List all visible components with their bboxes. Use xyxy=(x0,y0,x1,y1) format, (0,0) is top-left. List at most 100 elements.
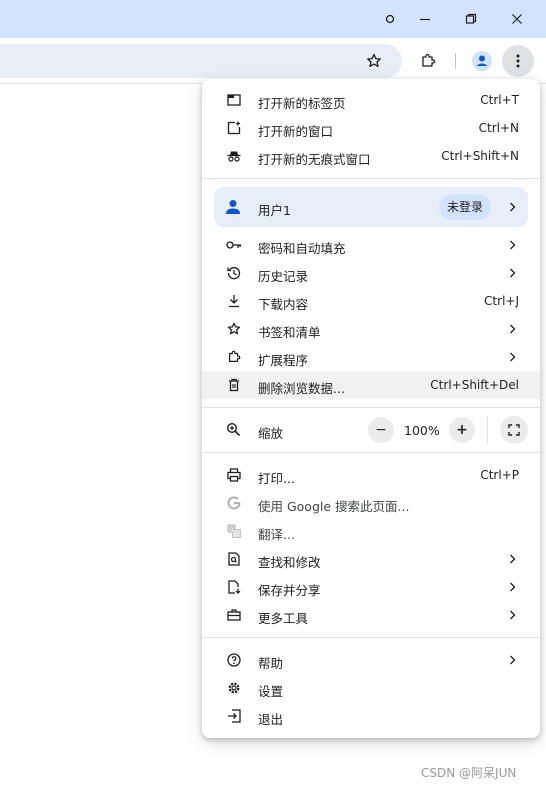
menu-item-label: 更多工具 xyxy=(258,611,309,626)
google-icon xyxy=(226,495,242,511)
menu-item-label: 设置 xyxy=(258,684,284,699)
incognito-icon xyxy=(226,148,242,164)
menu-item-label: 使用 Google 搜索此页面... xyxy=(258,499,410,514)
menu-item-downloads[interactable]: 下载内容 Ctrl+J xyxy=(202,287,540,315)
zoom-out-button[interactable]: − xyxy=(368,417,394,443)
trash-icon xyxy=(226,377,242,393)
menu-item-translate[interactable]: G 翻译... xyxy=(202,517,540,545)
restore-button[interactable] xyxy=(448,0,494,38)
fullscreen-button[interactable] xyxy=(500,416,528,444)
menu-item-extensions[interactable]: 扩展程序 xyxy=(202,343,540,371)
save-share-icon xyxy=(226,579,242,595)
fullscreen-icon xyxy=(508,424,520,436)
menu-item-settings[interactable]: 设置 xyxy=(202,674,540,702)
history-icon xyxy=(226,265,242,281)
minus-icon: − xyxy=(375,422,387,438)
menu-item-new-window[interactable]: 打开新的窗口 Ctrl+N xyxy=(202,114,540,142)
key-icon xyxy=(226,237,242,253)
menu-item-find-edit[interactable]: 查找和修改 xyxy=(202,545,540,573)
chrome-menu-button[interactable] xyxy=(502,45,534,77)
chevron-right-icon xyxy=(506,239,518,251)
menu-item-clear-browsing-data[interactable]: 删除浏览数据... Ctrl+Shift+Del xyxy=(202,371,540,399)
zoom-icon xyxy=(226,422,241,437)
menu-item-incognito[interactable]: 打开新的无痕式窗口 Ctrl+Shift+N xyxy=(202,142,540,170)
three-dot-icon xyxy=(516,54,520,68)
chrome-main-menu: 打开新的标签页 Ctrl+T 打开新的窗口 Ctrl+N 打开新的无痕式窗口 C… xyxy=(202,79,540,738)
profile-name: 用户1 xyxy=(258,203,291,218)
minimize-button[interactable] xyxy=(402,0,448,38)
watermark: CSDN @阿呆JUN xyxy=(421,766,517,780)
menu-item-print[interactable]: 打印... Ctrl+P xyxy=(202,461,540,489)
star-icon xyxy=(226,321,242,337)
menu-item-label: 退出 xyxy=(258,712,284,727)
translate-icon: G xyxy=(226,523,242,539)
menu-item-label: 扩展程序 xyxy=(258,353,309,368)
menu-item-save-share[interactable]: 保存并分享 xyxy=(202,573,540,601)
menu-item-search-google[interactable]: 使用 Google 搜索此页面... xyxy=(202,489,540,517)
close-window-button[interactable] xyxy=(494,0,540,38)
shortcut-label: Ctrl+J xyxy=(484,294,519,308)
avatar-icon xyxy=(472,51,492,71)
print-icon xyxy=(226,467,242,483)
toolbar-divider xyxy=(455,53,456,69)
profile-row[interactable]: 用户1 未登录 xyxy=(214,187,528,227)
title-bar xyxy=(0,0,546,38)
help-icon xyxy=(226,652,242,668)
sign-in-status-badge: 未登录 xyxy=(439,194,492,220)
menu-item-new-tab[interactable]: 打开新的标签页 Ctrl+T xyxy=(202,86,540,114)
browser-toolbar xyxy=(0,38,546,84)
menu-item-label: 历史记录 xyxy=(258,269,309,284)
menu-item-label: 打开新的窗口 xyxy=(258,124,334,139)
zoom-divider xyxy=(487,416,488,444)
extension-icon xyxy=(226,349,242,365)
chevron-right-icon xyxy=(506,654,518,666)
shortcut-label: Ctrl+T xyxy=(480,93,519,107)
menu-item-label: 保存并分享 xyxy=(258,583,321,598)
menu-item-label: 下载内容 xyxy=(258,297,309,312)
menu-item-passwords[interactable]: 密码和自动填充 xyxy=(202,231,540,259)
menu-item-bookmarks[interactable]: 书签和清单 xyxy=(202,315,540,343)
profile-button[interactable] xyxy=(466,45,498,77)
new-tab-icon xyxy=(226,92,242,108)
settings-icon xyxy=(226,680,242,696)
chevron-right-icon xyxy=(506,553,518,565)
menu-item-label: 帮助 xyxy=(258,656,284,671)
zoom-label: 缩放 xyxy=(258,426,284,441)
puzzle-icon xyxy=(422,53,436,67)
menu-item-label: 书签和清单 xyxy=(258,325,321,340)
chevron-right-icon xyxy=(506,323,518,335)
bookmark-star-icon[interactable] xyxy=(366,53,382,69)
menu-item-label: 打开新的标签页 xyxy=(258,96,346,111)
menu-item-label: 打开新的无痕式窗口 xyxy=(258,152,371,167)
menu-item-more-tools[interactable]: 更多工具 xyxy=(202,601,540,629)
menu-item-label: 翻译... xyxy=(258,527,295,542)
chevron-right-icon xyxy=(506,609,518,621)
menu-divider xyxy=(202,452,540,453)
menu-divider xyxy=(202,407,540,408)
shortcut-label: Ctrl+P xyxy=(480,468,519,482)
menu-item-history[interactable]: 历史记录 xyxy=(202,259,540,287)
address-bar[interactable] xyxy=(0,44,402,78)
exit-icon xyxy=(226,708,242,724)
chevron-right-icon xyxy=(506,267,518,279)
download-icon xyxy=(226,293,242,309)
menu-item-label: 删除浏览数据... xyxy=(258,381,345,396)
person-icon xyxy=(224,198,242,216)
new-window-icon xyxy=(226,120,242,136)
menu-item-label: 打印... xyxy=(258,471,295,486)
menu-item-exit[interactable]: 退出 xyxy=(202,702,540,730)
plus-icon: + xyxy=(456,422,468,438)
zoom-in-button[interactable]: + xyxy=(449,417,475,443)
menu-divider xyxy=(202,178,540,179)
menu-item-label: 查找和修改 xyxy=(258,555,321,570)
zoom-level: 100% xyxy=(404,423,440,438)
find-icon xyxy=(226,551,242,567)
chevron-right-icon xyxy=(506,201,518,213)
chevron-right-icon xyxy=(506,581,518,593)
zoom-row: 缩放 − 100% + xyxy=(202,415,540,445)
extensions-button[interactable] xyxy=(412,45,444,77)
menu-item-help[interactable]: 帮助 xyxy=(202,646,540,674)
menu-divider xyxy=(202,637,540,638)
chevron-right-icon xyxy=(506,351,518,363)
shortcut-label: Ctrl+Shift+N xyxy=(441,149,519,163)
